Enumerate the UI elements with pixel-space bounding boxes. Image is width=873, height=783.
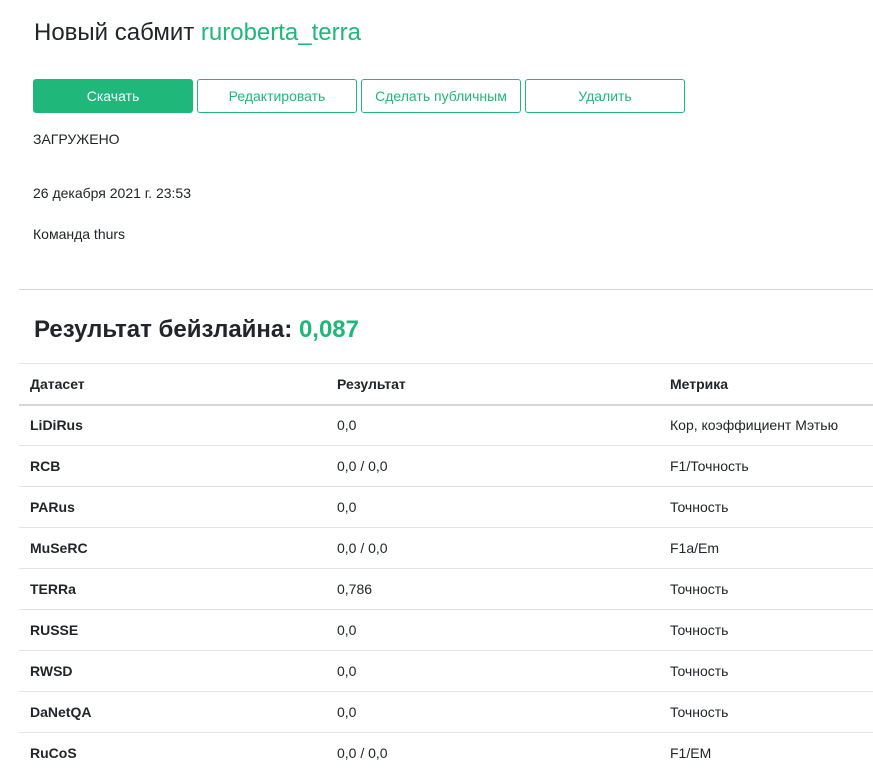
table-row: MuSeRC 0,0 / 0,0 F1a/Em [19, 527, 873, 569]
dataset-cell: LiDiRus [19, 404, 326, 446]
dataset-cell: TERRa [19, 568, 326, 610]
status-text: ЗАГРУЖЕНО [33, 131, 120, 147]
page-title: Новый сабмит ruroberta_terra [34, 17, 361, 49]
baseline-value: 0,087 [298, 316, 359, 343]
submission-date: 26 декабря 2021 г. 23:53 [33, 185, 191, 201]
metric-cell: Точность [659, 486, 873, 528]
title-prefix: Новый сабмит [34, 19, 195, 46]
action-toolbar: Скачать Редактировать Сделать публичным … [33, 79, 685, 113]
metric-cell: Точность [659, 609, 873, 651]
baseline-label: Результат бейзлайна: [34, 316, 293, 343]
baseline-result: Результат бейзлайна: 0,087 [34, 314, 359, 346]
metric-cell: F1/Точность [659, 445, 873, 487]
edit-button[interactable]: Редактировать [197, 79, 357, 113]
result-cell: 0,0 / 0,0 [326, 527, 659, 569]
table-row: RCB 0,0 / 0,0 F1/Точность [19, 445, 873, 487]
metric-cell: F1/EM [659, 732, 873, 774]
result-cell: 0,0 / 0,0 [326, 445, 659, 487]
dataset-cell: DaNetQA [19, 691, 326, 733]
download-button[interactable]: Скачать [33, 79, 193, 113]
table-row: RWSD 0,0 Точность [19, 650, 873, 692]
table-row: TERRa 0,786 Точность [19, 568, 873, 610]
submission-page: Новый сабмит ruroberta_terra Скачать Ред… [0, 0, 873, 783]
table-row: RuCoS 0,0 / 0,0 F1/EM [19, 732, 873, 774]
table-header-row: Датасет Результат Метрика [19, 363, 873, 406]
metric-cell: Кор, коэффициент Мэтью [659, 404, 873, 446]
result-cell: 0,0 [326, 691, 659, 733]
result-cell: 0,0 / 0,0 [326, 732, 659, 774]
submission-name: ruroberta_terra [200, 19, 361, 46]
make-public-button[interactable]: Сделать публичным [361, 79, 521, 113]
metric-cell: F1a/Em [659, 527, 873, 569]
dataset-cell: RWSD [19, 650, 326, 692]
result-cell: 0,0 [326, 486, 659, 528]
dataset-cell: RUSSE [19, 609, 326, 651]
delete-button[interactable]: Удалить [525, 79, 685, 113]
table-row: RUSSE 0,0 Точность [19, 609, 873, 651]
dataset-cell: PARus [19, 486, 326, 528]
metric-cell: Точность [659, 568, 873, 610]
dataset-cell: RCB [19, 445, 326, 487]
column-header-metric: Метрика [659, 363, 873, 406]
metric-cell: Точность [659, 691, 873, 733]
result-cell: 0,786 [326, 568, 659, 610]
result-cell: 0,0 [326, 650, 659, 692]
result-cell: 0,0 [326, 609, 659, 651]
divider [19, 289, 873, 290]
dataset-cell: MuSeRC [19, 527, 326, 569]
table-row: LiDiRus 0,0 Кор, коэффициент Мэтью [19, 404, 873, 446]
results-table: Датасет Результат Метрика LiDiRus 0,0 Ко… [19, 363, 873, 774]
metric-cell: Точность [659, 650, 873, 692]
table-row: DaNetQA 0,0 Точность [19, 691, 873, 733]
column-header-dataset: Датасет [19, 363, 326, 406]
dataset-cell: RuCoS [19, 732, 326, 774]
column-header-result: Результат [326, 363, 659, 406]
result-cell: 0,0 [326, 404, 659, 446]
team-name: Команда thurs [33, 226, 126, 242]
table-row: PARus 0,0 Точность [19, 486, 873, 528]
